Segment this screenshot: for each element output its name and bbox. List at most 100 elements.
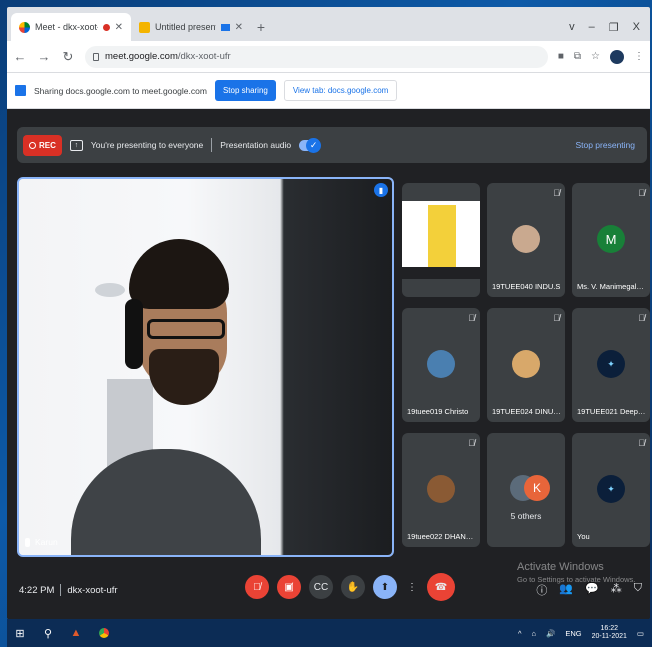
- others-tile[interactable]: K 5 others: [487, 433, 565, 547]
- address-bar[interactable]: meet.google.com/dkx-xoot-ufr: [85, 45, 548, 68]
- mic-off-icon: 🎙̸: [638, 438, 645, 448]
- search-icon[interactable]: ⚲: [41, 627, 55, 640]
- org-logo-icon: ✦: [597, 350, 625, 378]
- raise-hand-button[interactable]: ✋: [341, 575, 365, 599]
- participant-tile[interactable]: 🎙̸ 19TUEE024 DINUM...: [487, 308, 565, 422]
- browser-toolbar: ← → ↻ meet.google.com/dkx-xoot-ufr ■ ⧉ ☆…: [7, 41, 650, 73]
- lock-icon: [93, 52, 99, 61]
- captions-button[interactable]: CC: [309, 575, 333, 599]
- self-tile[interactable]: 🎙̸ ✦ You: [572, 433, 650, 547]
- org-logo-icon: ✦: [597, 475, 625, 503]
- participant-avatar: [512, 350, 540, 378]
- present-screen-icon: ↑: [69, 139, 83, 151]
- recording-dot-icon: [102, 23, 110, 31]
- tray-chevron-icon[interactable]: ^: [518, 629, 522, 638]
- participant-avatar: [427, 475, 455, 503]
- close-window-button[interactable]: X: [633, 21, 640, 33]
- more-options-icon[interactable]: ⋮: [405, 575, 419, 599]
- record-icon: [29, 141, 36, 149]
- reload-icon[interactable]: ↻: [61, 49, 75, 65]
- tab-slides[interactable]: Untitled presentation - Goo ✕: [131, 13, 251, 41]
- others-avatar-stack: K: [510, 475, 550, 503]
- side-controls: ⓘ 👥 💬 ⁂ ⛉: [536, 582, 642, 598]
- leave-call-button[interactable]: ☎: [427, 573, 455, 601]
- presenting-bar: REC ↑ You're presenting to everyone Pres…: [17, 127, 647, 163]
- participant-avatar: M: [597, 225, 625, 253]
- call-controls: 🎙̸ ▣̸ CC ✋ ⬆ ⋮ ☎: [245, 573, 455, 601]
- share-page-icon[interactable]: ⧉: [574, 51, 581, 62]
- network-icon[interactable]: ⌂: [531, 629, 536, 638]
- chrome-taskbar-icon[interactable]: [97, 626, 111, 640]
- close-tab-icon[interactable]: ✕: [235, 22, 243, 33]
- system-tray: ^ ⌂ 🔊 ENG 16:22 20-11-2021 ▭: [518, 625, 644, 642]
- presentation-audio-label: Presentation audio: [220, 140, 292, 150]
- participant-name: 19TUEE021 Deepanr...: [577, 407, 646, 416]
- tab-strip: Meet - dkx-xoot-ufr ✕ Untitled presentat…: [7, 7, 650, 41]
- screen-share-icon: [15, 85, 26, 96]
- camera-indicator-icon[interactable]: ■: [558, 51, 564, 62]
- presentation-thumbnail: [402, 201, 480, 279]
- view-tab-button[interactable]: View tab: docs.google.com: [283, 80, 398, 101]
- stop-presenting-button[interactable]: Stop presenting: [575, 140, 641, 150]
- participant-name: 19TUEE024 DINUM...: [492, 407, 561, 416]
- activities-icon[interactable]: ⁂: [611, 582, 622, 598]
- meeting-info-icon[interactable]: ⓘ: [536, 582, 547, 598]
- participant-tile[interactable]: 🎙̸ M Ms. V. Manimegalai ...: [572, 183, 650, 297]
- others-count: 5 others: [510, 511, 542, 521]
- host-controls-icon[interactable]: ⛉: [634, 582, 642, 598]
- taskbar-clock[interactable]: 16:22 20-11-2021: [592, 625, 627, 642]
- rec-label: REC: [39, 140, 56, 150]
- toolbar-icons: ■ ⧉ ☆ ⋮: [558, 49, 644, 64]
- chat-icon[interactable]: 💬: [585, 582, 599, 598]
- participant-tile[interactable]: 🎙̸ 19TUEE040 INDU.S: [487, 183, 565, 297]
- mic-off-icon: 🎙̸: [553, 188, 560, 198]
- people-icon[interactable]: 👥: [559, 582, 573, 598]
- participant-avatar: [427, 350, 455, 378]
- participant-name: 19tuee022 DHANAP...: [407, 532, 476, 541]
- meeting-details: 4:22 PM dkx-xoot-ufr: [19, 584, 118, 596]
- camera-toggle-button[interactable]: ▣̸: [277, 575, 301, 599]
- restore-button[interactable]: ❐: [609, 21, 619, 34]
- mic-off-icon: 🎙̸: [553, 313, 560, 323]
- meet-favicon-icon: [19, 21, 30, 33]
- clock-time: 16:22: [600, 624, 619, 632]
- stop-sharing-button[interactable]: Stop sharing: [214, 80, 276, 101]
- minimize-button[interactable]: –: [589, 21, 595, 33]
- new-tab-button[interactable]: +: [251, 13, 271, 41]
- menu-kebab-icon[interactable]: ⋮: [634, 51, 644, 62]
- url-path: /dkx-xoot-ufr: [177, 51, 231, 62]
- mic-off-icon: 🎙̸: [638, 188, 645, 198]
- main-speaker-name: Karun: [35, 537, 58, 547]
- matlab-icon[interactable]: ▲: [69, 627, 83, 639]
- sharing-infobar: Sharing docs.google.com to meet.google.c…: [7, 73, 650, 109]
- participant-tile[interactable]: 🎙̸ 19tuee019 Christo: [402, 308, 480, 422]
- forward-icon[interactable]: →: [37, 49, 51, 64]
- clock-date: 20-11-2021: [591, 633, 627, 640]
- profile-avatar[interactable]: [610, 49, 624, 64]
- notifications-icon[interactable]: ▭: [637, 629, 644, 638]
- participant-tile-presentation[interactable]: [402, 183, 480, 297]
- participant-tile[interactable]: 🎙̸ ✦ 19TUEE021 Deepanr...: [572, 308, 650, 422]
- main-speaker-tile[interactable]: ▮ Karun: [17, 177, 394, 557]
- meeting-code[interactable]: dkx-xoot-ufr: [67, 585, 117, 596]
- back-icon[interactable]: ←: [13, 49, 27, 64]
- sharing-text: Sharing docs.google.com to meet.google.c…: [34, 85, 207, 96]
- recording-badge: REC: [23, 134, 62, 156]
- bookmark-star-icon[interactable]: ☆: [591, 51, 600, 62]
- present-now-button[interactable]: ⬆: [373, 575, 397, 599]
- tab-meet[interactable]: Meet - dkx-xoot-ufr ✕: [11, 13, 131, 41]
- language-indicator[interactable]: ENG: [565, 629, 581, 638]
- participant-tile[interactable]: 🎙̸ 19tuee022 DHANAP...: [402, 433, 480, 547]
- mic-toggle-button[interactable]: 🎙̸: [245, 575, 269, 599]
- windows-start-icon[interactable]: ⊞: [13, 627, 27, 640]
- presentation-audio-toggle[interactable]: ✓: [299, 137, 322, 153]
- close-tab-icon[interactable]: ✕: [115, 22, 123, 33]
- window-controls: v – ❐ X: [559, 13, 650, 41]
- check-icon: ✓: [306, 137, 322, 153]
- participant-name: 19tuee019 Christo: [407, 407, 469, 416]
- volume-icon[interactable]: 🔊: [546, 629, 555, 638]
- speaker-glasses: [147, 319, 225, 339]
- mic-off-icon: 🎙̸: [468, 313, 475, 323]
- mic-off-icon: 🎙̸: [468, 438, 475, 448]
- tab-search-button[interactable]: v: [569, 21, 575, 33]
